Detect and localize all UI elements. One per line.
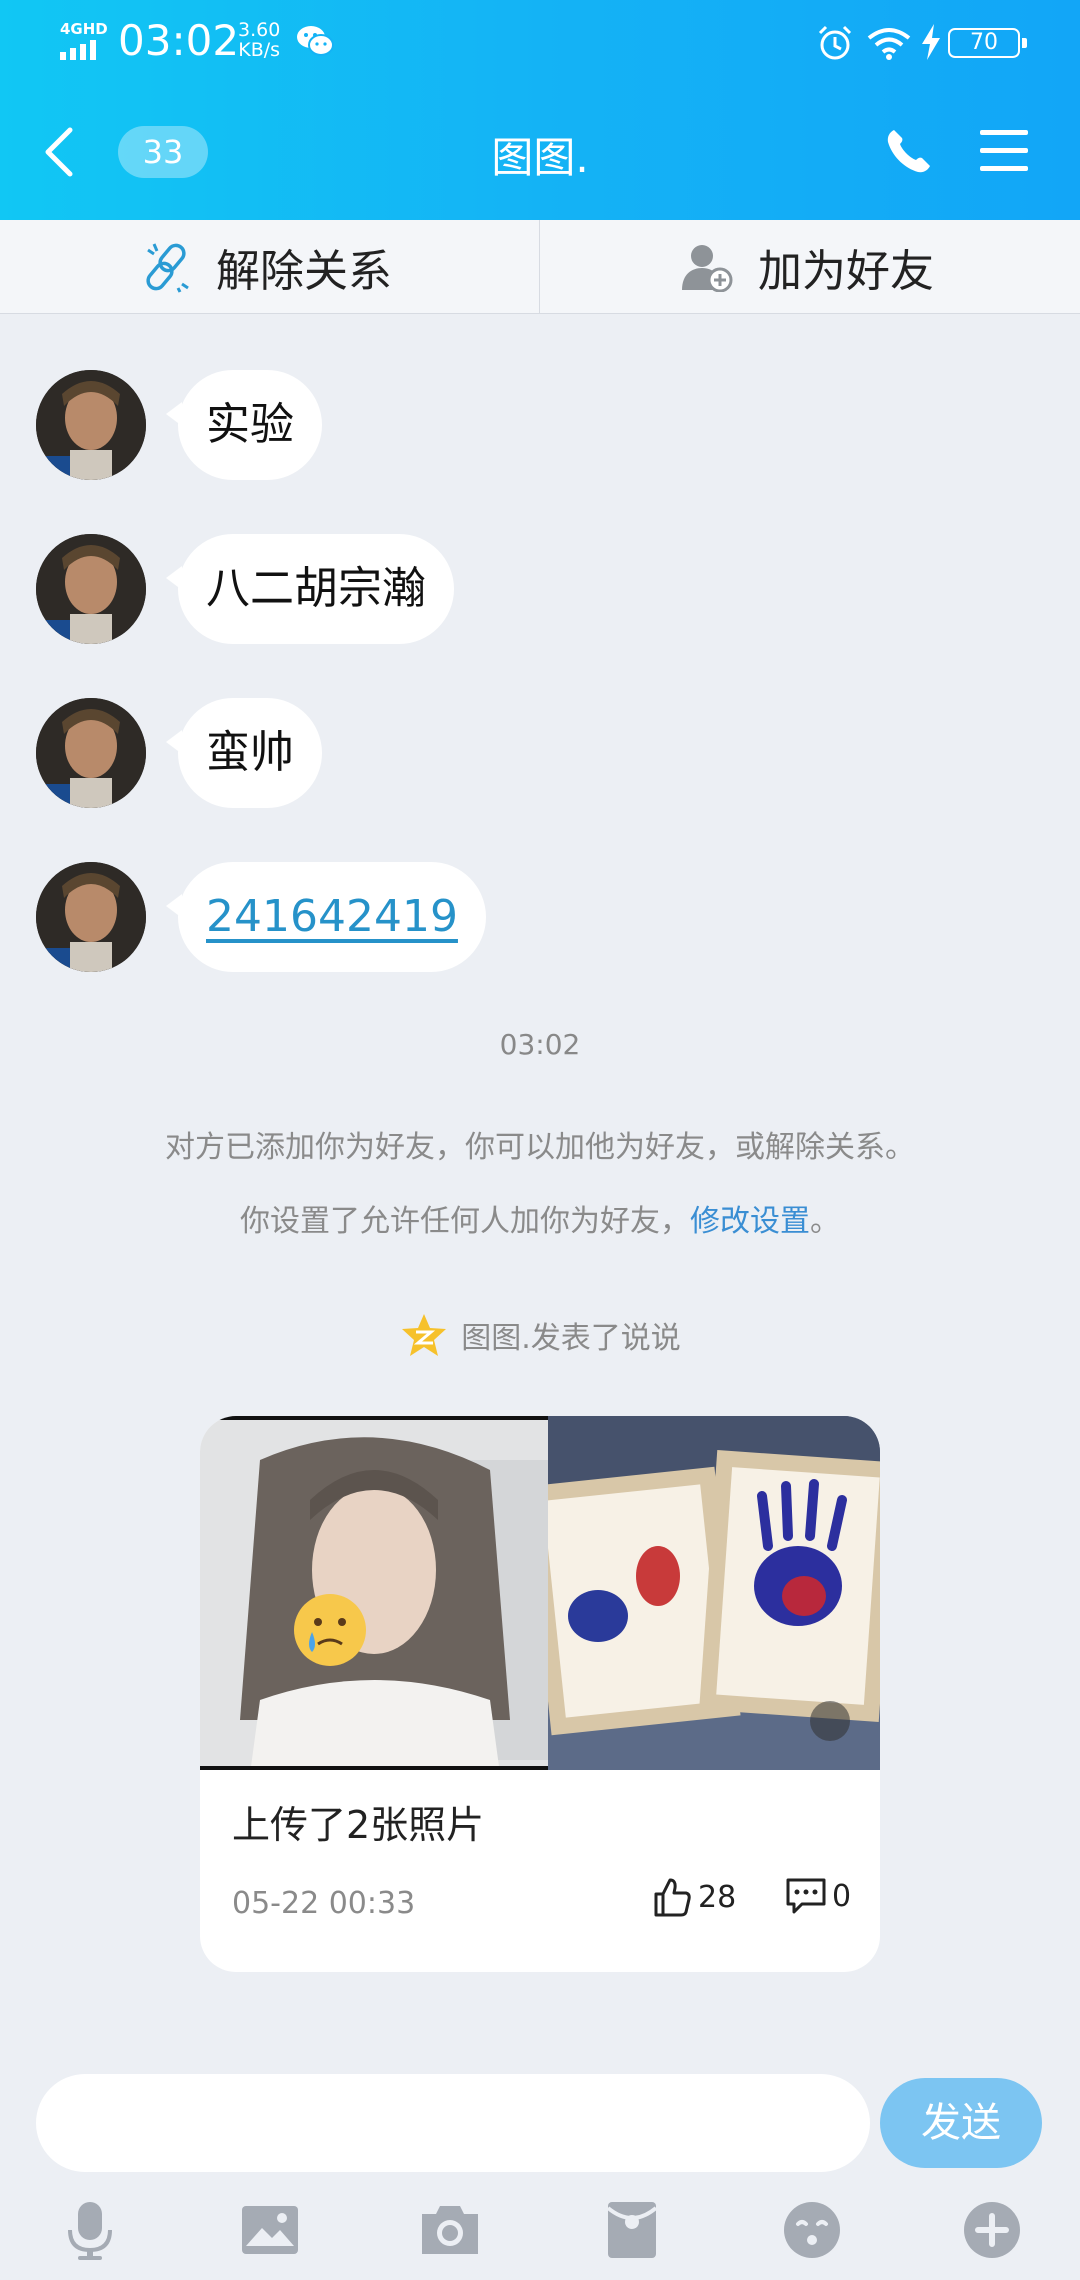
comment-icon — [786, 1878, 826, 1914]
post-date: 05-22 00:33 — [232, 1886, 416, 1921]
unread-badge[interactable]: 33 — [118, 126, 208, 178]
speed-unit: KB/s — [238, 39, 281, 61]
message-text: 蛮帅 — [206, 727, 294, 778]
avatar[interactable] — [36, 370, 146, 480]
modify-settings-link[interactable]: 修改设置 — [690, 1204, 810, 1239]
battery-icon: 70 — [948, 28, 1027, 58]
add-friend-icon — [682, 245, 733, 292]
avatar[interactable] — [36, 862, 146, 972]
alarm-icon — [818, 25, 852, 60]
avatar-image — [36, 862, 146, 972]
post-photo-image — [200, 1420, 548, 1766]
message-bubble[interactable]: 蛮帅 — [166, 698, 322, 808]
image-icon[interactable] — [238, 2198, 302, 2262]
friend-notice: 对方已添加你为好友，你可以加他为好友，或解除关系。 — [165, 1130, 915, 1165]
signal-indicator: 4GHD — [60, 20, 108, 60]
message-timestamp: 03:02 — [499, 1028, 581, 1061]
number-link[interactable]: 241642419 — [206, 891, 458, 942]
avatar[interactable] — [36, 534, 146, 644]
message-bubble[interactable]: 241642419 — [166, 862, 486, 972]
plus-icon[interactable] — [960, 2198, 1024, 2262]
message-input[interactable] — [36, 2074, 870, 2172]
avatar-image — [36, 534, 146, 644]
avatar-image — [36, 370, 146, 480]
avatar[interactable] — [36, 698, 146, 808]
qzone-post-text: 图图.发表了说说 — [461, 1321, 681, 1356]
phone-icon[interactable] — [884, 126, 932, 176]
privacy-notice-text: 你设置了允许任何人加你为好友， — [240, 1204, 690, 1239]
qzone-post-notice: 图图.发表了说说 — [0, 1312, 1080, 1358]
unlink-label: 解除关系 — [216, 246, 392, 297]
avatar-image — [36, 698, 146, 808]
relation-action-bar: 解除关系 加为好友 — [0, 220, 1080, 314]
back-icon[interactable] — [40, 124, 80, 180]
unlink-button[interactable]: 解除关系 — [142, 220, 392, 314]
post-photo[interactable] — [200, 1416, 548, 1770]
send-button[interactable]: 发送 — [880, 2078, 1042, 2168]
menu-icon[interactable] — [978, 128, 1030, 174]
post-photo-image — [548, 1416, 880, 1770]
action-divider — [539, 220, 540, 314]
qzone-post-card[interactable]: 上传了2张照片 05-22 00:33 28 0 — [200, 1416, 880, 1972]
input-toolbar — [0, 2190, 1080, 2280]
comment-button[interactable]: 0 — [784, 1876, 851, 1916]
add-friend-label: 加为好友 — [758, 246, 934, 297]
message-text: 八二胡宗瀚 — [206, 563, 426, 614]
status-time: 03:02 — [118, 16, 240, 65]
wifi-icon — [867, 28, 911, 60]
like-button[interactable]: 28 — [652, 1876, 736, 1918]
wechat-icon — [297, 26, 334, 56]
like-count: 28 — [698, 1879, 737, 1915]
network-speed: 3.60 KB/s — [238, 20, 280, 60]
red-packet-icon[interactable] — [600, 2198, 664, 2262]
privacy-notice-suffix: 。 — [810, 1204, 840, 1239]
qzone-star-icon — [402, 1314, 447, 1356]
signal-icon — [60, 40, 96, 60]
emoji-icon[interactable] — [780, 2198, 844, 2262]
microphone-icon[interactable] — [58, 2198, 122, 2262]
message-bubble[interactable]: 八二胡宗瀚 — [166, 534, 454, 644]
speed-value: 3.60 — [238, 19, 281, 41]
unlink-icon — [146, 243, 189, 293]
comment-count: 0 — [832, 1878, 852, 1914]
charging-icon — [922, 24, 940, 60]
post-text: 上传了2张照片 — [232, 1803, 485, 1847]
camera-icon[interactable] — [418, 2198, 482, 2262]
message-text: 实验 — [206, 399, 294, 450]
page-title: 图图. — [491, 133, 589, 182]
header: 4GHD 03:02 3.60 KB/s 70 33 图图. — [0, 0, 1080, 220]
add-friend-button[interactable]: 加为好友 — [680, 220, 934, 314]
thumbs-up-icon — [654, 1878, 691, 1917]
message-bubble[interactable]: 实验 — [166, 370, 322, 480]
privacy-notice: 你设置了允许任何人加你为好友，修改设置。 — [0, 1196, 1080, 1240]
post-photo[interactable] — [548, 1416, 880, 1770]
network-type: 4GHD — [60, 20, 108, 38]
status-bar: 4GHD 03:02 3.60 KB/s 70 — [0, 0, 1080, 88]
